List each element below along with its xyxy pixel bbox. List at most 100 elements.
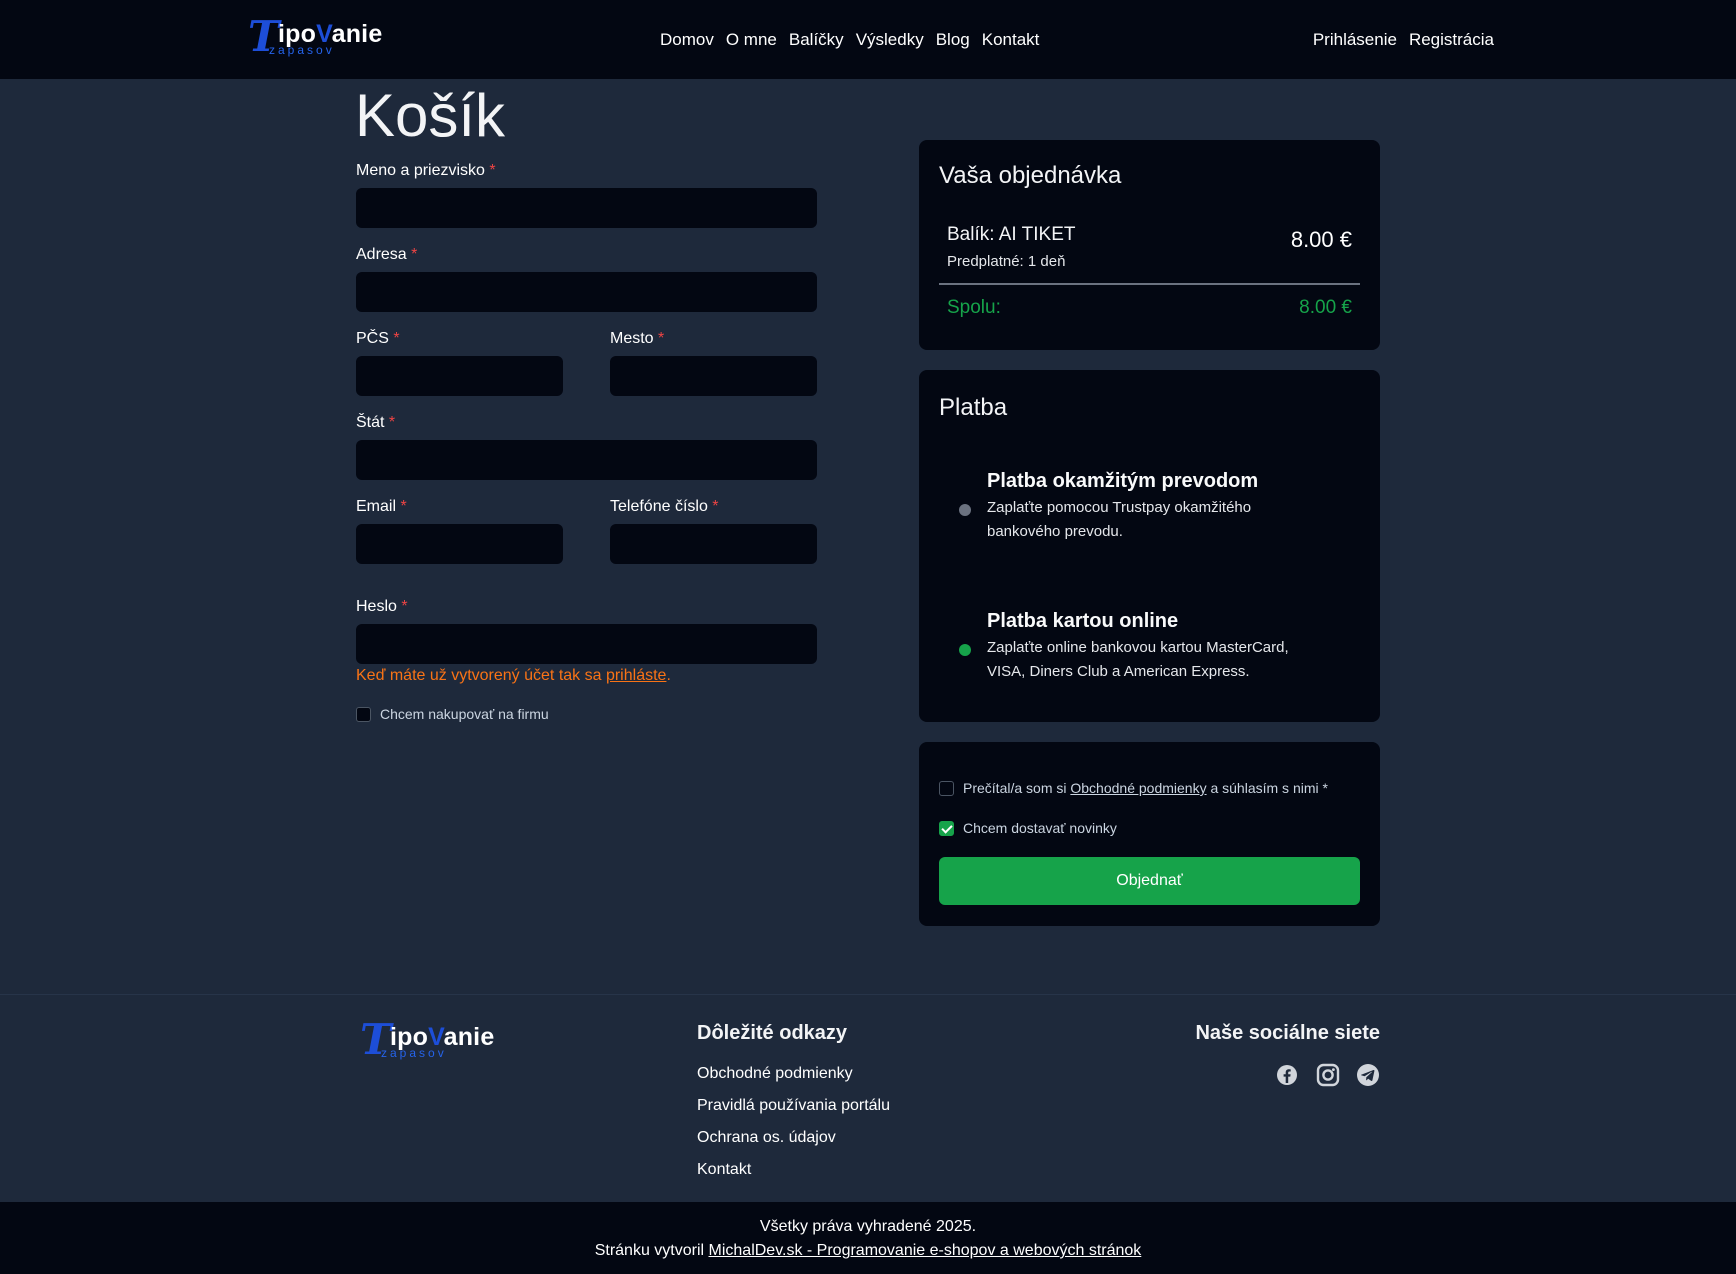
- payment-option-title: Platba kartou online: [987, 610, 1179, 632]
- instagram-icon[interactable]: [1315, 1062, 1341, 1088]
- company-checkbox-label: Chcem nakupovať na firmu: [380, 706, 549, 722]
- terms-checkbox[interactable]: [939, 780, 954, 796]
- payment-option-desc: Zaplaťte online bankovou kartou MasterCa…: [987, 639, 1289, 680]
- company-checkbox[interactable]: [356, 706, 371, 722]
- terms-text: Prečítal/a som si: [963, 780, 1071, 796]
- order-summary-card: Vaša objednávka Balík: AI TIKET Predplat…: [919, 140, 1380, 350]
- login-hint-text: Keď máte už vytvorený účet tak sa: [356, 667, 606, 684]
- password-field[interactable]: [356, 624, 817, 664]
- terms-text: a súhlasím s nimi *: [1206, 780, 1328, 796]
- phone-field[interactable]: [610, 524, 817, 564]
- payment-radio-transfer[interactable]: [959, 504, 971, 516]
- city-field[interactable]: [610, 356, 817, 396]
- auth-links: Prihlásenie Registrácia: [1301, 30, 1494, 50]
- page-title: Košík: [355, 82, 506, 149]
- email-field[interactable]: [356, 524, 563, 564]
- payment-option-transfer[interactable]: Platba okamžitým prevodom Zaplaťte pomoc…: [919, 470, 1380, 570]
- nav-blog[interactable]: Blog: [936, 30, 970, 49]
- footer-link-privacy[interactable]: Ochrana os. údajov: [697, 1129, 836, 1147]
- site-header: T ipoVanie zapasov Domov O mne Balíčky Výsl…: [0, 0, 1736, 79]
- credit-text: Stránku vytvoril: [594, 1242, 709, 1259]
- city-label: Mesto *: [610, 330, 664, 348]
- label-text: Adresa: [356, 246, 407, 263]
- payment-option-desc: Zaplaťte pomocou Trustpay okamžitého ban…: [987, 499, 1252, 540]
- payment-radio-card[interactable]: [959, 644, 971, 656]
- payment-option-title: Platba okamžitým prevodom: [987, 470, 1259, 492]
- required-mark: *: [411, 246, 418, 263]
- register-link[interactable]: Registrácia: [1409, 30, 1494, 49]
- footer-link-terms[interactable]: Obchodné podmienky: [697, 1065, 853, 1083]
- email-label: Email *: [356, 498, 407, 516]
- newsletter-checkbox-row[interactable]: Chcem dostavať novinky: [939, 820, 1117, 836]
- facebook-icon[interactable]: [1274, 1062, 1300, 1088]
- site-logo[interactable]: T ipoVanie zapasov: [248, 16, 382, 62]
- terms-label: Prečítal/a som si Obchodné podmienky a s…: [963, 780, 1328, 796]
- payment-option-card[interactable]: Platba kartou online Zaplaťte online ban…: [919, 610, 1380, 710]
- order-summary-title: Vaša objednávka: [939, 162, 1122, 189]
- zip-label: PČS *: [356, 330, 400, 348]
- order-total-value: 8.00 €: [1299, 297, 1352, 318]
- order-item-price: 8.00 €: [1290, 227, 1352, 252]
- telegram-icon[interactable]: [1355, 1062, 1381, 1088]
- order-divider: [939, 283, 1360, 285]
- login-hint-link[interactable]: prihláste: [606, 667, 666, 684]
- label-text: PČS: [356, 330, 389, 347]
- footer-link-contact[interactable]: Kontakt: [697, 1161, 751, 1179]
- footer-links-title: Dôležité odkazy: [697, 1022, 848, 1044]
- nav-home[interactable]: Domov: [660, 30, 714, 49]
- terms-link[interactable]: Obchodné podmienky: [1070, 780, 1206, 796]
- terms-checkbox-row[interactable]: Prečítal/a som si Obchodné podmienky a s…: [939, 780, 1328, 796]
- order-submit-button[interactable]: Objednať: [939, 857, 1360, 905]
- required-mark: *: [489, 162, 496, 179]
- payment-card: Platba Platba okamžitým prevodom Zaplaťt…: [919, 370, 1380, 722]
- payment-title: Platba: [939, 394, 1008, 421]
- required-mark: *: [393, 330, 400, 347]
- footer-logo[interactable]: T ipoVanie zapasov: [360, 1019, 494, 1065]
- label-text: Telefóne číslo: [610, 498, 708, 515]
- login-hint: Keď máte už vytvorený účet tak sa prihlá…: [356, 667, 671, 685]
- login-hint-suffix: .: [666, 667, 671, 684]
- newsletter-label: Chcem dostavať novinky: [963, 820, 1117, 836]
- company-checkbox-row[interactable]: Chcem nakupovať na firmu: [356, 706, 549, 722]
- logo-word-part: anie: [331, 20, 383, 48]
- required-mark: *: [400, 498, 407, 515]
- main-nav: Domov O mne Balíčky Výsledky Blog Kontakt: [660, 30, 1039, 50]
- phone-label: Telefóne číslo *: [610, 498, 719, 516]
- copyright: Všetky práva vyhradené 2025.: [759, 1218, 977, 1235]
- logo-subtitle: zapasov: [381, 1046, 447, 1060]
- label-text: Heslo: [356, 598, 397, 615]
- credit: Stránku vytvoril MichalDev.sk - Programo…: [0, 1242, 1736, 1260]
- label-text: Mesto: [610, 330, 654, 347]
- logo-subtitle: zapasov: [269, 43, 335, 57]
- label-text: Email: [356, 498, 397, 515]
- order-item-subscription: Predplatné: 1 deň: [947, 253, 1066, 270]
- address-field[interactable]: [356, 272, 817, 312]
- address-label: Adresa *: [356, 246, 417, 264]
- label-text: Meno a priezvisko: [356, 162, 485, 179]
- footer-bottom: Všetky práva vyhradené 2025. Stránku vyt…: [0, 1202, 1736, 1274]
- label-text: Štát: [356, 414, 385, 431]
- country-label: Štát *: [356, 414, 395, 432]
- logo-word-part: anie: [443, 1023, 495, 1051]
- name-field[interactable]: [356, 188, 817, 228]
- nav-about[interactable]: O mne: [726, 30, 777, 49]
- required-mark: *: [388, 414, 396, 431]
- name-label: Meno a priezvisko *: [356, 162, 496, 180]
- required-mark: *: [658, 330, 665, 347]
- confirm-card: Prečítal/a som si Obchodné podmienky a s…: [919, 742, 1380, 926]
- password-label: Heslo *: [356, 598, 408, 616]
- nav-results[interactable]: Výsledky: [856, 30, 924, 49]
- credit-link[interactable]: MichalDev.sk - Programovanie e-shopov a …: [709, 1242, 1142, 1259]
- required-mark: *: [712, 498, 719, 515]
- required-mark: *: [401, 598, 408, 615]
- footer-link-rules[interactable]: Pravidlá používania portálu: [697, 1097, 890, 1115]
- order-item-name: Balík: AI TIKET: [947, 224, 1076, 245]
- order-total-label: Spolu:: [947, 297, 1001, 318]
- social-title: Naše sociálne siete: [1195, 1022, 1380, 1044]
- login-link[interactable]: Prihlásenie: [1313, 30, 1397, 49]
- nav-packages[interactable]: Balíčky: [789, 30, 844, 49]
- newsletter-checkbox[interactable]: [939, 820, 954, 836]
- zip-field[interactable]: [356, 356, 563, 396]
- nav-contact[interactable]: Kontakt: [982, 30, 1040, 49]
- country-field[interactable]: [356, 440, 817, 480]
